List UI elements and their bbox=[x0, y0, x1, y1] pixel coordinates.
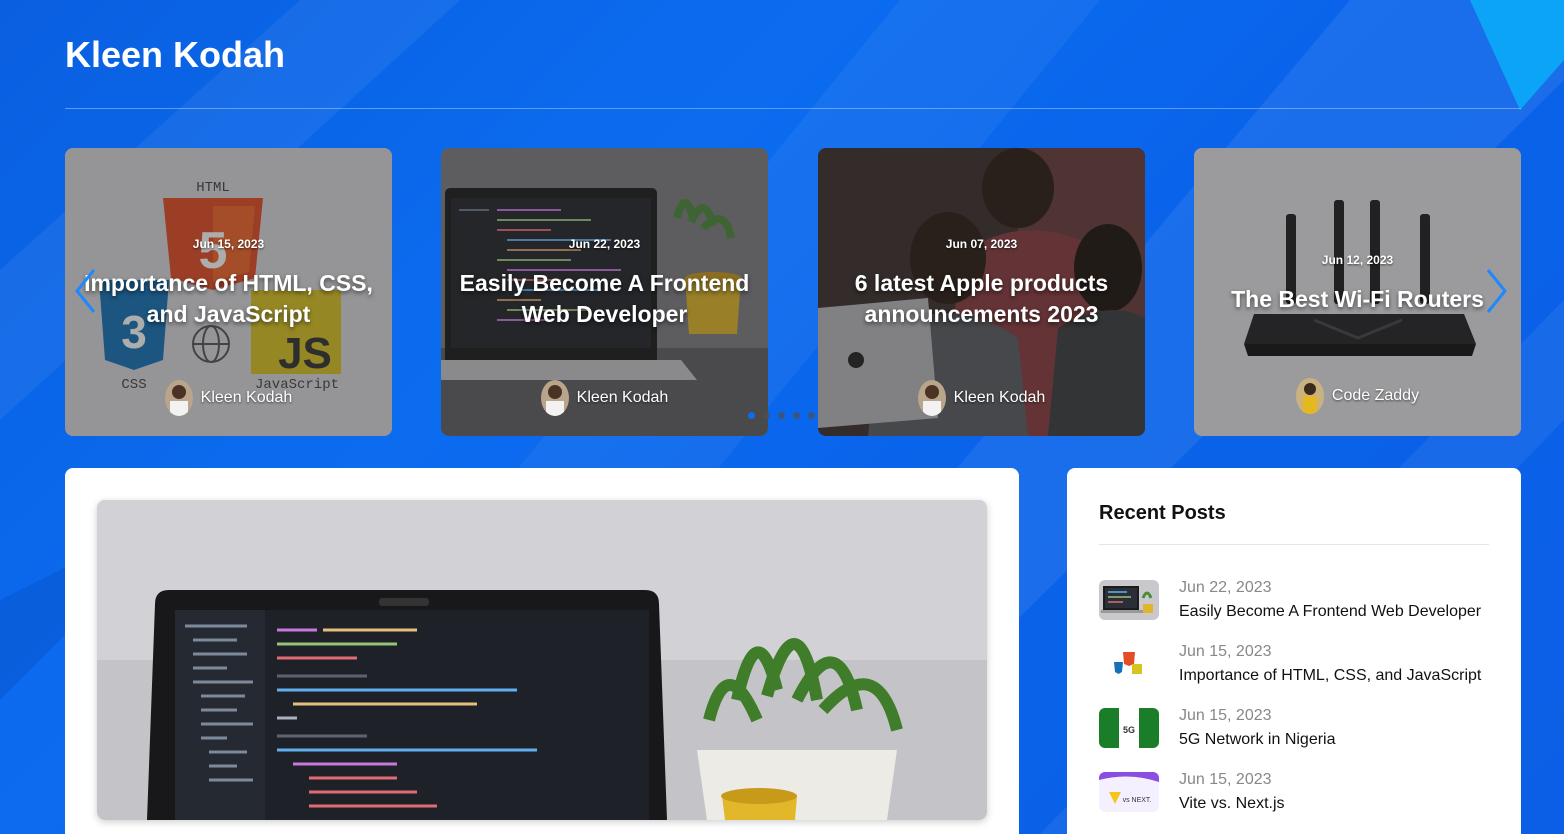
thumb-5g-label: 5G bbox=[1123, 725, 1135, 735]
recent-posts-sidebar: Recent Posts Jun 22, 2023 Easily Become … bbox=[1067, 468, 1521, 834]
recent-post-date: Jun 15, 2023 bbox=[1179, 643, 1272, 660]
slide-title[interactable]: Importance of HTML, CSS, and JavaScript bbox=[79, 268, 378, 330]
recent-post-title[interactable]: Easily Become A Frontend Web Developer bbox=[1179, 598, 1481, 626]
hero-laptop-image bbox=[97, 500, 987, 820]
recent-post-title[interactable]: Importance of HTML, CSS, and JavaScript bbox=[1179, 662, 1481, 690]
avatar bbox=[540, 380, 569, 416]
carousel-pagination bbox=[748, 412, 815, 419]
main-post-card bbox=[65, 468, 1019, 834]
avatar bbox=[1295, 378, 1324, 414]
featured-carousel: HTML 5 3 CSS JS JavaScript Jun 15, 2023 … bbox=[65, 148, 1521, 436]
recent-post-thumbnail: 5G bbox=[1099, 708, 1159, 748]
carousel-dot[interactable] bbox=[808, 412, 815, 419]
thumb-vite-next-label: vs NEXT. bbox=[1123, 797, 1152, 804]
slide-author[interactable]: Code Zaddy bbox=[1194, 378, 1521, 414]
slide-author-name: Code Zaddy bbox=[1331, 387, 1420, 404]
carousel-dot[interactable] bbox=[763, 412, 770, 419]
carousel-dot[interactable] bbox=[793, 412, 800, 419]
recent-post-thumbnail bbox=[1099, 580, 1159, 620]
recent-post-thumbnail bbox=[1099, 644, 1159, 684]
site-header: Kleen Kodah bbox=[65, 30, 1521, 109]
slide-date: Jun 12, 2023 bbox=[1321, 253, 1394, 267]
slide-title[interactable]: Easily Become A Frontend Web Developer bbox=[455, 268, 754, 330]
avatar bbox=[164, 380, 193, 416]
carousel-slide[interactable]: Jun 22, 2023 Easily Become A Frontend We… bbox=[441, 148, 768, 436]
recent-post-title[interactable]: 5G Network in Nigeria bbox=[1179, 726, 1336, 754]
carousel-slide[interactable]: HTML 5 3 CSS JS JavaScript Jun 15, 2023 … bbox=[65, 148, 392, 436]
recent-post-title[interactable]: Vite vs. Next.js bbox=[1179, 790, 1285, 818]
recent-post-date: Jun 15, 2023 bbox=[1179, 707, 1272, 724]
carousel-dot[interactable] bbox=[748, 412, 755, 419]
slide-author-name: Kleen Kodah bbox=[576, 389, 669, 406]
recent-posts-heading: Recent Posts bbox=[1099, 502, 1489, 545]
recent-post-item[interactable]: Jun 15, 2023 Importance of HTML, CSS, an… bbox=[1099, 642, 1499, 706]
slide-author[interactable]: Kleen Kodah bbox=[65, 380, 392, 416]
recent-post-item[interactable]: Jun 22, 2023 Easily Become A Frontend We… bbox=[1099, 578, 1499, 642]
slide-author-name: Kleen Kodah bbox=[200, 389, 293, 406]
recent-post-thumbnail: vs NEXT. bbox=[1099, 772, 1159, 812]
slide-author-name: Kleen Kodah bbox=[953, 389, 1046, 406]
recent-post-item[interactable]: 5G Jun 15, 2023 5G Network in Nigeria bbox=[1099, 706, 1499, 770]
slide-title[interactable]: 6 latest Apple products announcements 20… bbox=[832, 268, 1131, 330]
avatar bbox=[917, 380, 946, 416]
carousel-slide[interactable]: Jun 07, 2023 6 latest Apple products ann… bbox=[818, 148, 1145, 436]
slide-title[interactable]: The Best Wi-Fi Routers bbox=[1208, 284, 1507, 315]
slide-author[interactable]: Kleen Kodah bbox=[818, 380, 1145, 416]
carousel-prev-chevron-left-icon[interactable] bbox=[74, 268, 96, 314]
recent-post-date: Jun 15, 2023 bbox=[1179, 771, 1272, 788]
carousel-dot[interactable] bbox=[778, 412, 785, 419]
slide-date: Jun 22, 2023 bbox=[568, 237, 641, 251]
recent-post-date: Jun 22, 2023 bbox=[1179, 579, 1272, 596]
recent-post-item[interactable]: vs NEXT. Jun 15, 2023 Vite vs. Next.js bbox=[1099, 770, 1499, 834]
recent-posts-list: Jun 22, 2023 Easily Become A Frontend We… bbox=[1099, 578, 1499, 834]
page: Kleen Kodah HTML 5 3 CSS JS JavaScript J… bbox=[0, 0, 1564, 834]
post-hero-image[interactable] bbox=[97, 500, 987, 820]
slide-author[interactable]: Kleen Kodah bbox=[441, 380, 768, 416]
carousel-slide[interactable]: Jun 12, 2023 The Best Wi-Fi Routers Code… bbox=[1194, 148, 1521, 436]
slide-date: Jun 07, 2023 bbox=[945, 237, 1018, 251]
site-title[interactable]: Kleen Kodah bbox=[65, 30, 1521, 80]
carousel-next-chevron-right-icon[interactable] bbox=[1486, 268, 1508, 314]
slide-date: Jun 15, 2023 bbox=[192, 237, 265, 251]
